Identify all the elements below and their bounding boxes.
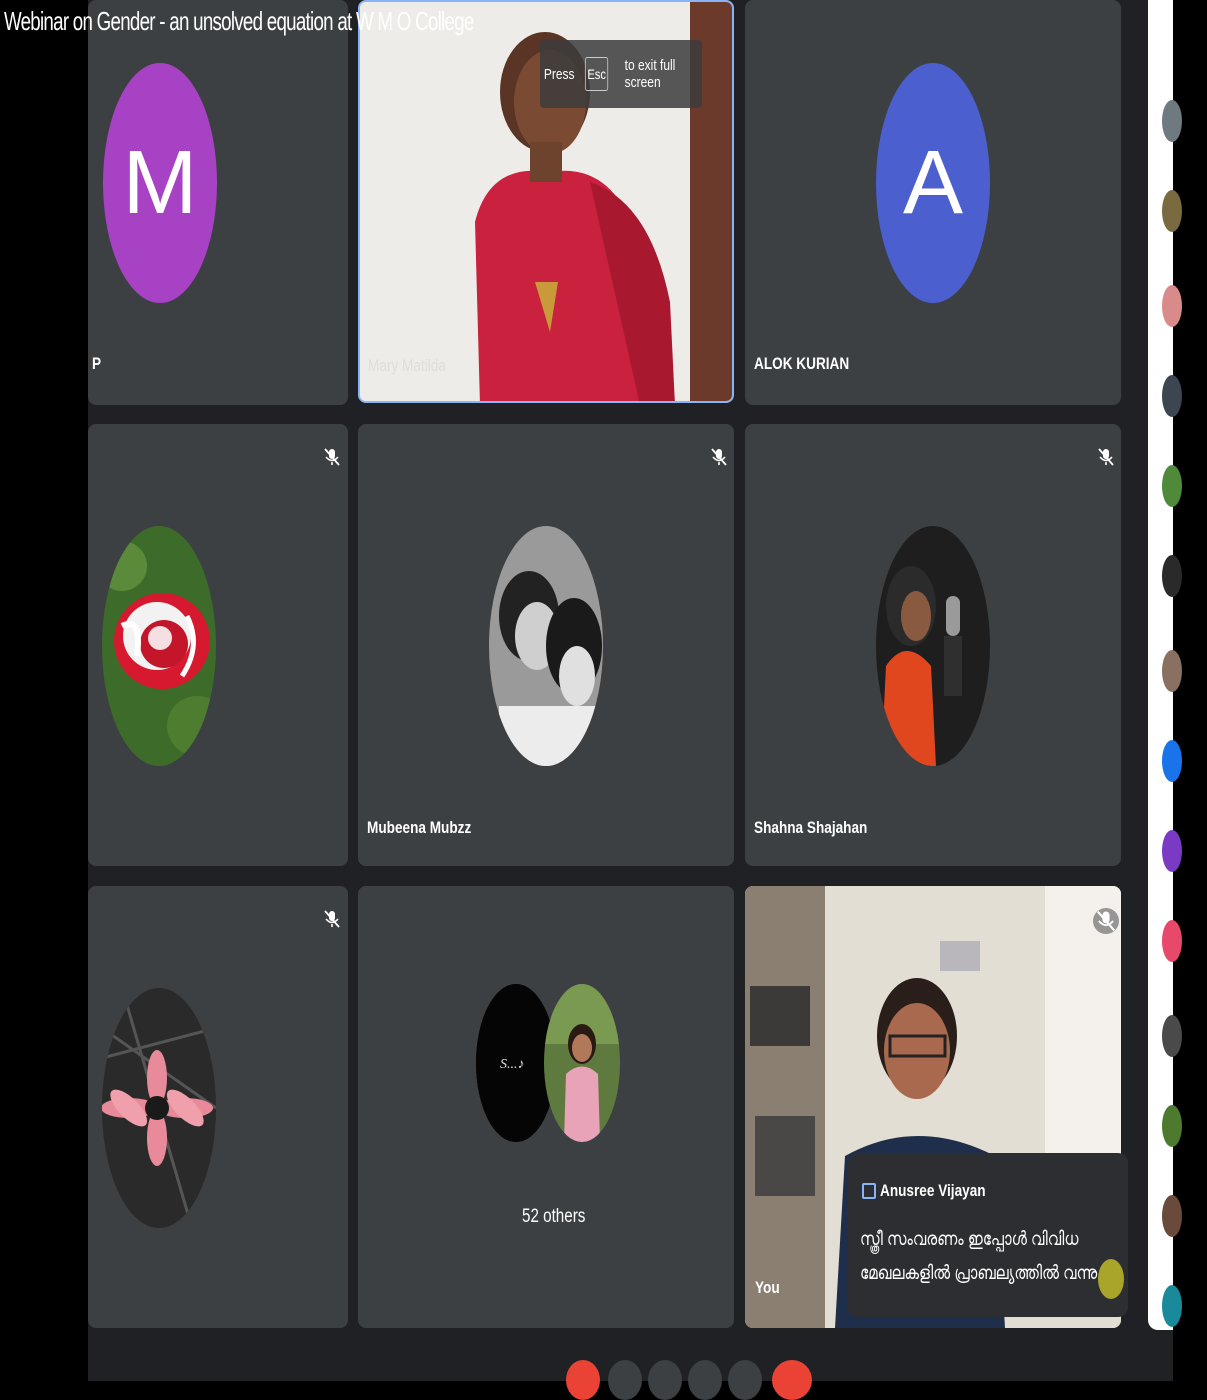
participant-thumb[interactable] xyxy=(1162,650,1182,692)
mic-button[interactable] xyxy=(608,1360,642,1400)
avatar: A xyxy=(876,63,990,303)
participant-name: Mary Matilda xyxy=(368,356,446,375)
others-count: 52 others xyxy=(522,1206,586,1227)
leave-call-button[interactable] xyxy=(772,1360,812,1400)
caption-text: സ്ത്രീ സംവരണം ഇപ്പോൾ വിവിധ മേഖലകളിൽ പ്രാ… xyxy=(860,1223,1115,1291)
participant-thumb[interactable] xyxy=(1162,1285,1182,1327)
participant-thumb[interactable] xyxy=(1162,465,1182,507)
captions-button[interactable] xyxy=(688,1360,722,1400)
participant-thumb[interactable] xyxy=(1162,190,1182,232)
participant-thumb[interactable] xyxy=(1162,830,1182,872)
group-photos-icon xyxy=(544,984,620,1142)
svg-text:S...♪: S...♪ xyxy=(500,1057,525,1072)
hint-press: Press xyxy=(543,65,575,83)
couple-photo-icon xyxy=(489,526,603,766)
participant-tile-shahna-shajahan[interactable]: Shahna Shajahan xyxy=(745,424,1121,866)
participant-name: ALOK KURIAN xyxy=(754,354,850,373)
mic-off-icon xyxy=(324,448,340,466)
raise-hand-icon[interactable] xyxy=(1098,1259,1124,1299)
mic-off-icon xyxy=(1098,448,1114,466)
window-title: Webinar on Gender - an unsolved equation… xyxy=(4,6,474,36)
avatar: M xyxy=(103,63,217,303)
mic-off-icon xyxy=(1093,908,1119,934)
participant-tile-flower[interactable] xyxy=(88,886,348,1328)
pink-flower-icon xyxy=(102,988,216,1228)
participant-thumb[interactable] xyxy=(1162,285,1182,327)
live-caption: Anusree Vijayan സ്ത്രീ സംവരണം ഇപ്പോൾ വിവ… xyxy=(848,1153,1128,1317)
participant-tile-rose[interactable] xyxy=(88,424,348,866)
caption-icon xyxy=(862,1183,876,1199)
participant-thumb[interactable] xyxy=(1162,920,1182,962)
esc-key: Esc xyxy=(585,57,609,91)
singer-photo-icon xyxy=(876,526,990,766)
end-call-button[interactable] xyxy=(566,1360,600,1400)
caption-line: മേഖലകളിൽ പ്രാബല്യത്തിൽ വന്നു ... xyxy=(860,1263,1115,1284)
participant-name: P xyxy=(92,354,102,373)
participant-thumb[interactable] xyxy=(1162,555,1182,597)
camera-button[interactable] xyxy=(648,1360,682,1400)
caption-speaker: Anusree Vijayan xyxy=(880,1181,986,1200)
participant-thumb[interactable] xyxy=(1162,1105,1182,1147)
caption-line: സ്ത്രീ സംവരണം ഇപ്പോൾ വിവിധ xyxy=(860,1229,1079,1250)
participant-thumb[interactable] xyxy=(1162,1015,1182,1057)
present-button[interactable] xyxy=(728,1360,762,1400)
participant-name: Mubeena Mubzz xyxy=(367,818,472,837)
participant-name: You xyxy=(755,1278,780,1297)
exit-fullscreen-hint: Press Esc to exit full screen xyxy=(540,40,702,108)
participant-tile-alok-kurian[interactable]: A ALOK KURIAN xyxy=(745,0,1121,405)
participant-thumb[interactable] xyxy=(1162,100,1182,142)
mic-off-icon xyxy=(711,448,727,466)
hint-suffix: to exit full screen xyxy=(624,57,676,91)
participant-thumb[interactable] xyxy=(1162,740,1182,782)
mic-off-icon xyxy=(324,910,340,928)
participant-tile-mubeena-mubzz[interactable]: Mubeena Mubzz xyxy=(358,424,734,866)
red-rose-icon xyxy=(102,526,216,766)
participant-tile-others[interactable]: S...♪ 52 others xyxy=(358,886,734,1328)
participant-name: Shahna Shajahan xyxy=(754,818,868,837)
participant-tile-p[interactable]: M P xyxy=(88,0,348,405)
participant-thumb[interactable] xyxy=(1162,1195,1182,1237)
participant-thumb[interactable] xyxy=(1162,375,1182,417)
